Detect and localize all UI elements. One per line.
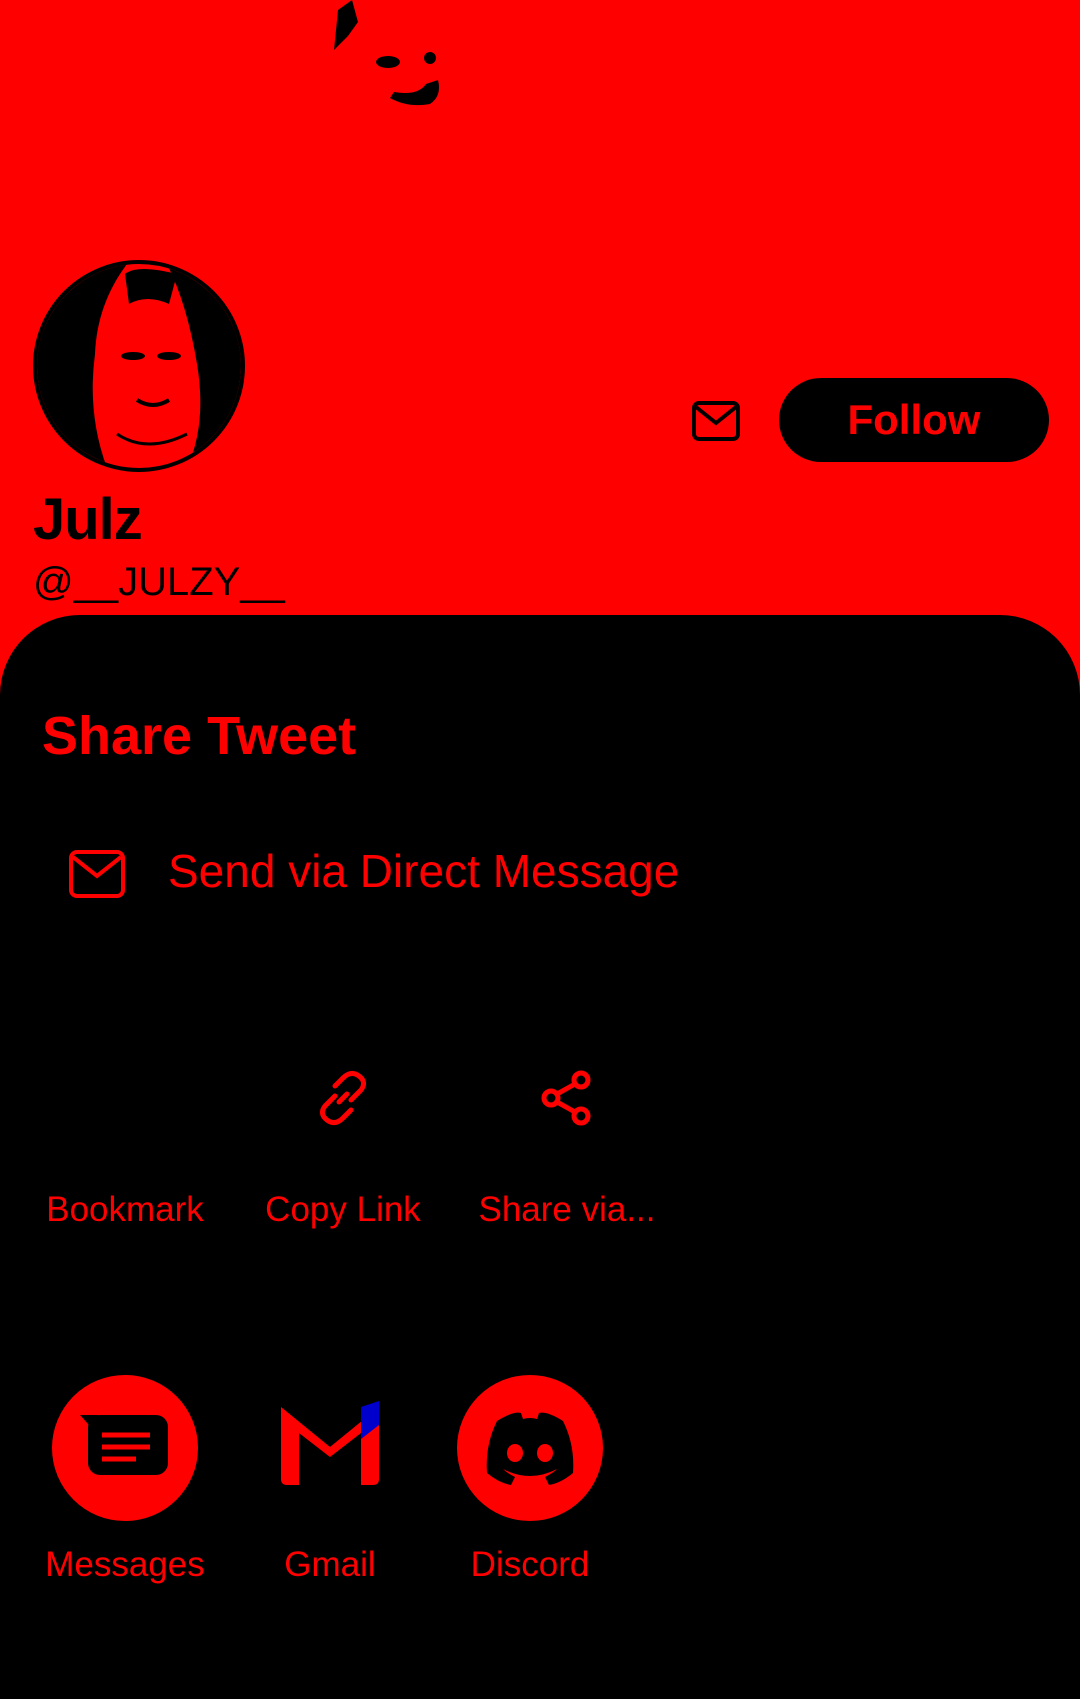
copy-link-button[interactable]: Copy Link <box>238 1050 448 1240</box>
profile-display-name: Julz <box>33 487 143 552</box>
share-sheet-title: Share Tweet <box>42 706 357 766</box>
gmail-app-button[interactable]: Gmail <box>240 1375 420 1595</box>
send-direct-message-label: Send via Direct Message <box>168 845 680 897</box>
gmail-app-label: Gmail <box>284 1545 376 1584</box>
bookmark-label: Bookmark <box>46 1190 204 1229</box>
bookmark-button[interactable]: Bookmark <box>20 1050 230 1240</box>
share-via-button[interactable]: Share via... <box>462 1050 672 1240</box>
profile-handle: @__JULZY__ <box>33 560 285 604</box>
messages-app-label: Messages <box>45 1545 205 1584</box>
message-icon[interactable] <box>690 395 742 447</box>
follow-button[interactable]: Follow <box>779 378 1049 462</box>
link-icon <box>319 1070 367 1126</box>
send-direct-message-option[interactable]: Send via Direct Message <box>42 830 742 920</box>
gmail-app-icon <box>257 1375 403 1521</box>
bookmark-icon <box>106 1068 144 1127</box>
copy-link-label: Copy Link <box>265 1190 421 1229</box>
banner-image <box>334 0 439 106</box>
share-icon <box>541 1070 591 1126</box>
messages-app-button[interactable]: Messages <box>35 1375 215 1595</box>
avatar-image <box>37 264 241 468</box>
discord-app-button[interactable]: Discord <box>440 1375 620 1595</box>
avatar[interactable] <box>33 260 245 472</box>
messages-app-icon <box>52 1375 198 1521</box>
share-via-label: Share via... <box>478 1190 656 1229</box>
discord-app-label: Discord <box>470 1545 590 1584</box>
envelope-icon <box>69 850 125 898</box>
discord-app-icon <box>457 1375 603 1521</box>
